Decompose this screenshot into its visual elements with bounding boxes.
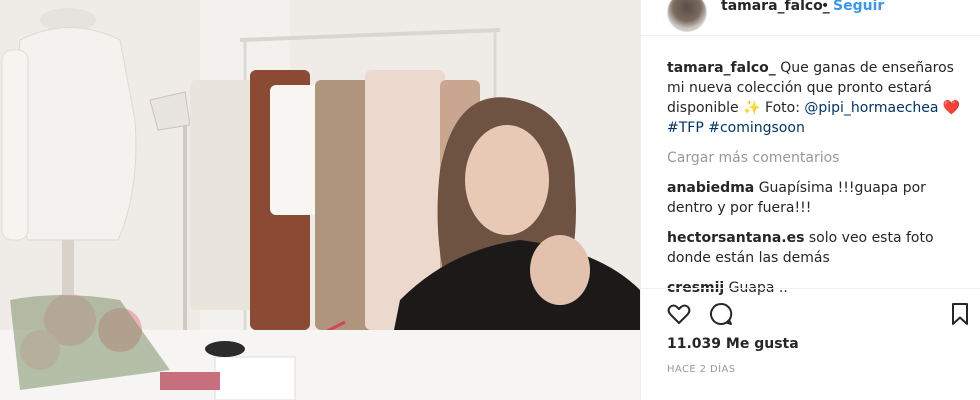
hashtag-tfp-link[interactable]: #TFP (667, 120, 704, 136)
post-timestamp[interactable]: HACE 2 DÍAS (667, 364, 735, 375)
photo-credit-link[interactable]: @pipi_hormaechea (804, 100, 938, 116)
comments-section: tamara_falco_ Que ganas de enseñaros mi … (667, 58, 967, 308)
speech-bubble-icon[interactable] (708, 301, 734, 327)
load-more-comments-button[interactable]: Cargar más comentarios (667, 148, 967, 168)
heart-emoji-icon: ❤️ (942, 100, 961, 116)
likes-count[interactable]: 11.039 Me gusta (667, 336, 799, 352)
header-username[interactable]: tamara_falco_ (721, 0, 830, 14)
caption-foto-label: Foto: (765, 100, 805, 116)
action-bar (641, 288, 980, 340)
comment: hectorsantana.es solo veo esta foto dond… (667, 228, 967, 268)
heart-outline-icon[interactable] (666, 301, 692, 327)
post-details-panel: tamara_falco_ • Seguir tamara_falco_ Que… (640, 0, 980, 400)
post-header: tamara_falco_ • Seguir (641, 0, 980, 36)
comment-username[interactable]: hectorsantana.es (667, 230, 804, 246)
header-separator: • (821, 0, 830, 14)
comment-username[interactable]: anabiedma (667, 180, 754, 196)
photo-illustration (0, 0, 640, 400)
post-photo[interactable] (0, 0, 640, 400)
avatar[interactable] (667, 0, 707, 32)
follow-button[interactable]: Seguir (833, 0, 884, 14)
caption-username[interactable]: tamara_falco_ (667, 60, 776, 76)
sparkle-icon: ✨ (743, 100, 761, 116)
caption: tamara_falco_ Que ganas de enseñaros mi … (667, 58, 967, 138)
bookmark-icon[interactable] (947, 301, 973, 327)
hashtag-comingsoon-link[interactable]: #comingsoon (708, 120, 805, 136)
comment: anabiedma Guapísima !!!guapa por dentro … (667, 178, 967, 218)
